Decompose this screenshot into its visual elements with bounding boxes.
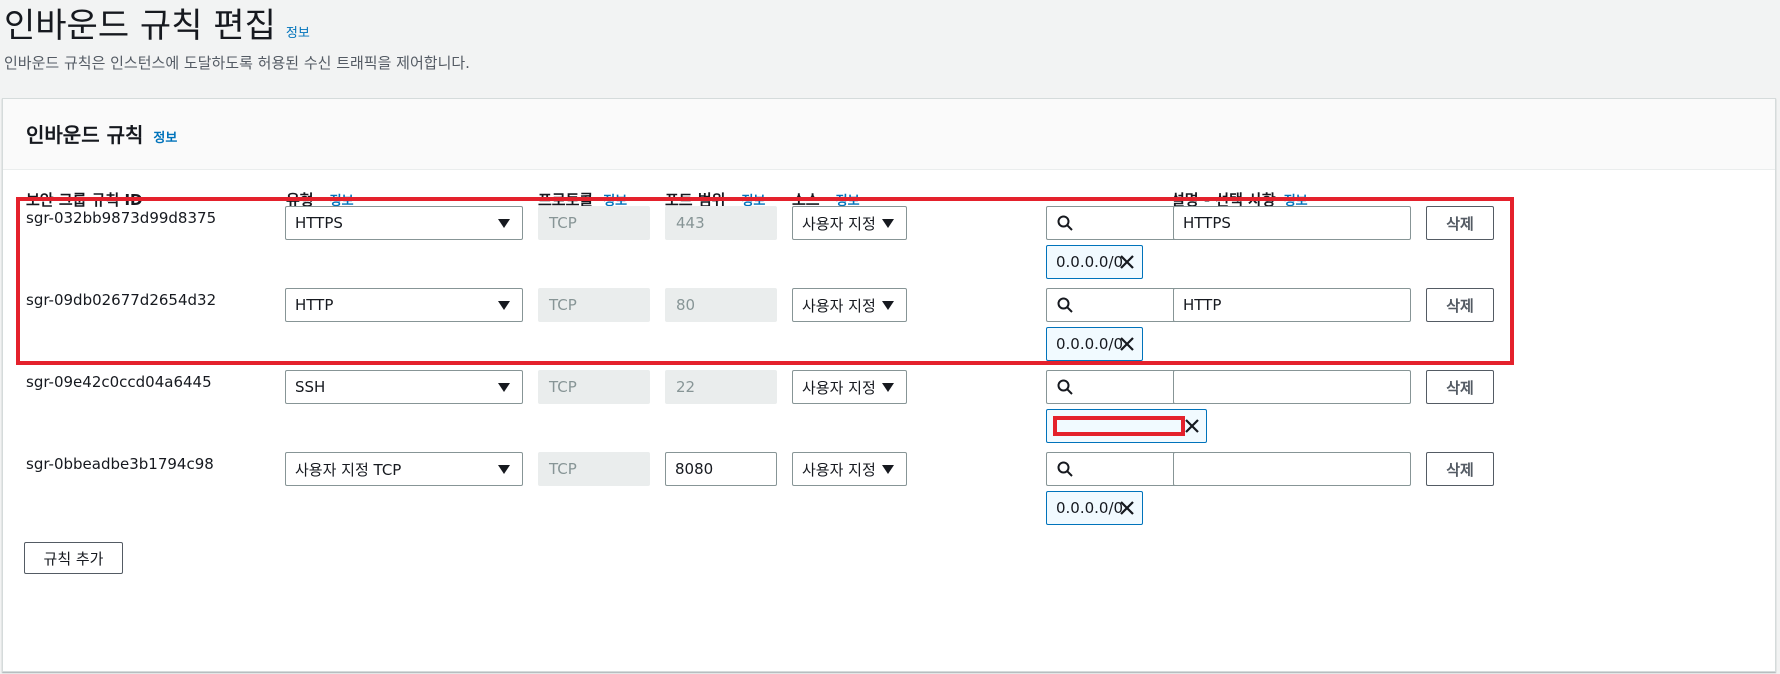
caret-down-icon — [882, 465, 894, 474]
close-icon[interactable] — [1183, 417, 1201, 435]
cidr-token: 0.0.0.0/0 — [1046, 491, 1143, 525]
close-icon[interactable] — [1118, 253, 1136, 271]
column-label-rule-id: 보안 그룹 규칙 ID — [26, 191, 143, 209]
protocol-field: TCP — [538, 452, 650, 486]
delete-rule-button[interactable]: 삭제 — [1426, 370, 1494, 404]
panel-title: 인바운드 규칙 — [26, 123, 144, 147]
caret-down-icon — [498, 383, 510, 392]
page-title-info-link[interactable]: 정보 — [286, 22, 310, 41]
protocol-field: TCP — [538, 288, 650, 322]
cidr-token-label: 0.0.0.0/0 — [1056, 253, 1124, 271]
page-description: 인바운드 규칙은 인스턴스에 도달하도록 허용된 수신 트래픽을 제어합니다. — [4, 54, 470, 72]
source-type-value: 사용자 지정 — [802, 296, 876, 315]
rule-id: sgr-032bb9873d99d8375 — [26, 209, 217, 227]
search-icon — [1057, 215, 1073, 231]
protocol-field: TCP — [538, 206, 650, 240]
close-icon[interactable] — [1118, 335, 1136, 353]
type-select[interactable]: HTTP — [285, 288, 523, 322]
delete-rule-button[interactable]: 삭제 — [1426, 206, 1494, 240]
page-title: 인바운드 규칙 편집 — [4, 6, 276, 46]
protocol-field: TCP — [538, 370, 650, 404]
type-select-value: SSH — [295, 378, 326, 396]
column-header-rule-id: 보안 그룹 규칙 ID — [26, 189, 143, 210]
cidr-token: 0.0.0.0/0 — [1046, 327, 1143, 361]
type-select-value: HTTPS — [295, 214, 343, 232]
rule-id: sgr-09db02677d2654d32 — [26, 291, 217, 309]
cidr-token-label: 0.0.0.0/0 — [1056, 499, 1124, 517]
search-icon — [1057, 379, 1073, 395]
source-type-select[interactable]: 사용자 지정 — [792, 452, 907, 486]
panel-header: 인바운드 규칙 정보 — [3, 99, 1775, 170]
cidr-token: 0.0.0.0/0 — [1046, 245, 1143, 279]
search-icon — [1057, 297, 1073, 313]
type-select[interactable]: 사용자 지정 TCP — [285, 452, 523, 486]
source-type-select[interactable]: 사용자 지정 — [792, 288, 907, 322]
type-select-value: HTTP — [295, 296, 334, 314]
caret-down-icon — [498, 219, 510, 228]
port-range-field: 80 — [665, 288, 777, 322]
panel-title-row: 인바운드 규칙 정보 — [26, 119, 177, 148]
edit-inbound-rules-page: 인바운드 규칙 편집 정보 인바운드 규칙은 인스턴스에 도달하도록 허용된 수… — [0, 0, 1780, 674]
add-rule-button[interactable]: 규칙 추가 — [24, 542, 123, 574]
cidr-token — [1046, 409, 1207, 443]
description-input[interactable]: HTTPS — [1173, 206, 1411, 240]
source-type-select[interactable]: 사용자 지정 — [792, 206, 907, 240]
source-type-select[interactable]: 사용자 지정 — [792, 370, 907, 404]
description-input[interactable] — [1173, 370, 1411, 404]
delete-rule-button[interactable]: 삭제 — [1426, 288, 1494, 322]
caret-down-icon — [882, 383, 894, 392]
rule-id: sgr-09e42c0ccd04a6445 — [26, 373, 212, 391]
description-input[interactable]: HTTP — [1173, 288, 1411, 322]
port-range-field: 443 — [665, 206, 777, 240]
caret-down-icon — [498, 465, 510, 474]
source-type-value: 사용자 지정 — [802, 214, 876, 233]
source-type-value: 사용자 지정 — [802, 378, 876, 397]
port-range-input[interactable]: 8080 — [665, 452, 777, 486]
port-range-field: 22 — [665, 370, 777, 404]
delete-rule-button[interactable]: 삭제 — [1426, 452, 1494, 486]
caret-down-icon — [498, 301, 510, 310]
cidr-token-label: 0.0.0.0/0 — [1056, 335, 1124, 353]
close-icon[interactable] — [1118, 499, 1136, 517]
type-select[interactable]: SSH — [285, 370, 523, 404]
page-header: 인바운드 규칙 편집 정보 — [4, 4, 310, 48]
search-icon — [1057, 461, 1073, 477]
rule-id: sgr-0bbeadbe3b1794c98 — [26, 455, 214, 473]
inbound-rules-panel: 인바운드 규칙 정보 보안 그룹 규칙 ID 유형 정보 프로토콜 정보 포트 … — [2, 98, 1776, 672]
caret-down-icon — [882, 301, 894, 310]
description-input[interactable] — [1173, 452, 1411, 486]
caret-down-icon — [882, 219, 894, 228]
type-select-value: 사용자 지정 TCP — [295, 460, 402, 479]
source-type-value: 사용자 지정 — [802, 460, 876, 479]
panel-info-link[interactable]: 정보 — [153, 127, 177, 146]
type-select[interactable]: HTTPS — [285, 206, 523, 240]
redacted-highlight-box — [1053, 416, 1185, 436]
